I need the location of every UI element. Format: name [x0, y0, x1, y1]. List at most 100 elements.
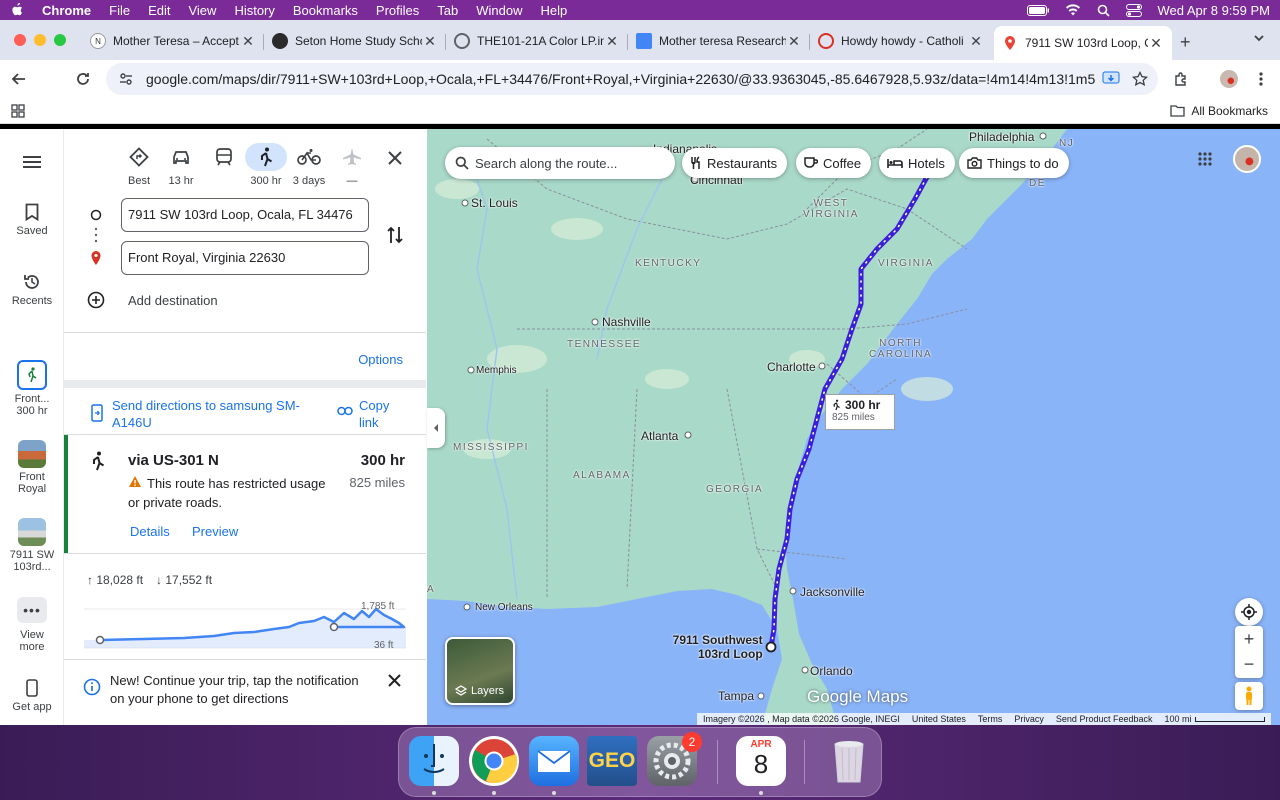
rail-recents[interactable]: Recents — [0, 273, 64, 307]
url-text[interactable]: google.com/maps/dir/7911+SW+103rd+Loop,+… — [146, 71, 1096, 87]
terms-link[interactable]: Terms — [978, 714, 1003, 724]
close-directions-icon[interactable] — [388, 151, 402, 165]
all-bookmarks-button[interactable]: All Bookmarks — [1170, 104, 1268, 118]
destination-input[interactable]: Front Royal, Virginia 22630 — [121, 241, 369, 275]
rail-view-more[interactable]: ••• View more — [0, 597, 64, 653]
zoom-in-icon[interactable]: + — [1244, 626, 1255, 652]
origin-map-label[interactable]: 7911 Southwest 103rd Loop — [671, 633, 763, 661]
send-to-phone-icon[interactable] — [91, 404, 103, 422]
attribution-country[interactable]: United States — [912, 714, 966, 724]
site-info-icon[interactable] — [118, 71, 134, 87]
city-label-new-orleans[interactable]: New Orleans — [475, 602, 533, 613]
route-info-bubble[interactable]: 300 hr 825 miles — [825, 394, 895, 430]
search-along-route-input[interactable]: Search along the route... — [445, 147, 675, 179]
mode-best[interactable]: Best — [117, 143, 161, 187]
privacy-link[interactable]: Privacy — [1014, 714, 1044, 724]
collapse-panel-button[interactable] — [427, 408, 445, 448]
trash-icon[interactable] — [824, 736, 874, 786]
close-icon[interactable] — [388, 674, 401, 687]
copy-link-button[interactable]: Copy link — [359, 397, 389, 431]
new-tab-icon[interactable]: + — [1180, 32, 1191, 53]
install-app-icon[interactable] — [1102, 71, 1120, 87]
rail-recent-7911-sw[interactable]: 7911 SW 103rd... — [0, 518, 64, 573]
battery-icon[interactable] — [1026, 4, 1049, 16]
tab-research-doc[interactable]: Mother teresa Research ✕ — [628, 26, 810, 56]
rail-recent-front-walk[interactable]: Front... 300 hr — [0, 360, 64, 417]
google-apps-grid-icon[interactable] — [1198, 152, 1212, 166]
chrome-app-icon[interactable] — [469, 736, 519, 786]
zoom-out-icon[interactable]: − — [1244, 652, 1255, 678]
menu-history[interactable]: History — [234, 3, 274, 18]
menu-window[interactable]: Window — [476, 3, 522, 18]
rail-recent-front-royal[interactable]: Front Royal — [0, 440, 64, 495]
address-bar[interactable]: google.com/maps/dir/7911+SW+103rd+Loop,+… — [106, 63, 1158, 95]
city-label-st-louis[interactable]: St. Louis — [471, 196, 518, 210]
map-canvas[interactable]: Indianapolis Cincinnati Philadelphia NJ … — [427, 129, 1280, 725]
link-icon[interactable] — [337, 406, 353, 416]
close-tab-icon[interactable]: ✕ — [422, 33, 438, 50]
menu-bookmarks[interactable]: Bookmarks — [293, 3, 358, 18]
city-label-philadelphia[interactable]: Philadelphia — [969, 130, 1034, 144]
spotlight-search-icon[interactable] — [1097, 4, 1110, 17]
details-button[interactable]: Details — [130, 524, 170, 539]
wifi-icon[interactable] — [1065, 4, 1081, 16]
menu-file[interactable]: File — [109, 3, 130, 18]
mode-walking[interactable]: 300 hr — [244, 143, 288, 187]
menu-view[interactable]: View — [188, 3, 216, 18]
city-label-memphis[interactable]: Memphis — [476, 365, 517, 376]
close-window-button[interactable] — [14, 34, 26, 46]
city-label-atlanta[interactable]: Atlanta — [641, 429, 678, 443]
geo-app-icon[interactable]: GEO — [587, 736, 637, 786]
layers-button[interactable]: Layers — [445, 637, 515, 705]
menu-help[interactable]: Help — [541, 3, 568, 18]
mail-app-icon[interactable] — [529, 736, 579, 786]
preview-button[interactable]: Preview — [192, 524, 238, 539]
origin-input[interactable]: 7911 SW 103rd Loop, Ocala, FL 34476 — [121, 198, 369, 232]
menu-profiles[interactable]: Profiles — [376, 3, 419, 18]
zoom-window-button[interactable] — [54, 34, 66, 46]
profile-avatar[interactable] — [1218, 68, 1240, 90]
tab-mother-teresa[interactable]: N Mother Teresa – Accept ✕ — [82, 26, 264, 56]
city-label-jacksonville[interactable]: Jacksonville — [800, 585, 865, 599]
menu-tab[interactable]: Tab — [437, 3, 458, 18]
back-arrow-icon[interactable] — [8, 68, 30, 90]
close-tab-icon[interactable]: ✕ — [240, 33, 256, 50]
menu-edit[interactable]: Edit — [148, 3, 170, 18]
mode-cycling[interactable]: 3 days — [287, 143, 331, 187]
my-location-button[interactable] — [1235, 598, 1263, 626]
apps-grid-icon[interactable] — [11, 104, 25, 118]
options-button[interactable]: Options — [358, 352, 403, 367]
add-destination-button[interactable]: Add destination — [128, 293, 218, 308]
account-avatar[interactable] — [1233, 145, 1261, 173]
chip-restaurants[interactable]: Restaurants — [682, 148, 788, 178]
close-tab-icon[interactable]: ✕ — [604, 33, 620, 50]
city-label-charlotte[interactable]: Charlotte — [767, 360, 816, 374]
hamburger-menu-icon[interactable] — [23, 155, 41, 169]
swap-arrows-icon[interactable] — [387, 225, 403, 245]
reload-icon[interactable] — [72, 68, 94, 90]
add-circle-icon[interactable] — [87, 291, 105, 309]
rail-saved[interactable]: Saved — [0, 203, 64, 237]
mode-driving[interactable]: 13 hr — [159, 143, 203, 187]
route-card[interactable]: via US-301 N 300 hr 825 miles This route… — [64, 435, 426, 553]
scale-bar[interactable]: 100 mi — [1164, 714, 1265, 724]
extensions-puzzle-icon[interactable] — [1170, 68, 1192, 90]
menubar-clock[interactable]: Wed Apr 8 9:59 PM — [1158, 3, 1271, 18]
tab-seton[interactable]: Seton Home Study Scho ✕ — [264, 26, 446, 56]
bookmark-star-icon[interactable] — [1132, 71, 1148, 87]
control-center-icon[interactable] — [1125, 3, 1142, 17]
tab-search-chevron-icon[interactable] — [1253, 32, 1265, 44]
send-feedback-link[interactable]: Send Product Feedback — [1056, 714, 1153, 724]
pegman-button[interactable] — [1235, 682, 1263, 710]
city-label-orlando[interactable]: Orlando — [810, 664, 853, 678]
chrome-menu-icon[interactable] — [1250, 68, 1272, 90]
chip-things-to-do[interactable]: Things to do — [959, 148, 1069, 178]
menu-chrome[interactable]: Chrome — [42, 3, 91, 18]
chip-hotels[interactable]: Hotels — [879, 148, 955, 178]
mode-flights[interactable]: — — [330, 143, 374, 187]
close-tab-icon[interactable]: ✕ — [968, 33, 984, 50]
tab-the101[interactable]: THE101-21A Color LP.in ✕ — [446, 26, 628, 56]
chip-coffee[interactable]: Coffee — [796, 148, 872, 178]
close-tab-icon[interactable]: ✕ — [1148, 35, 1164, 52]
apple-icon[interactable] — [10, 3, 24, 17]
